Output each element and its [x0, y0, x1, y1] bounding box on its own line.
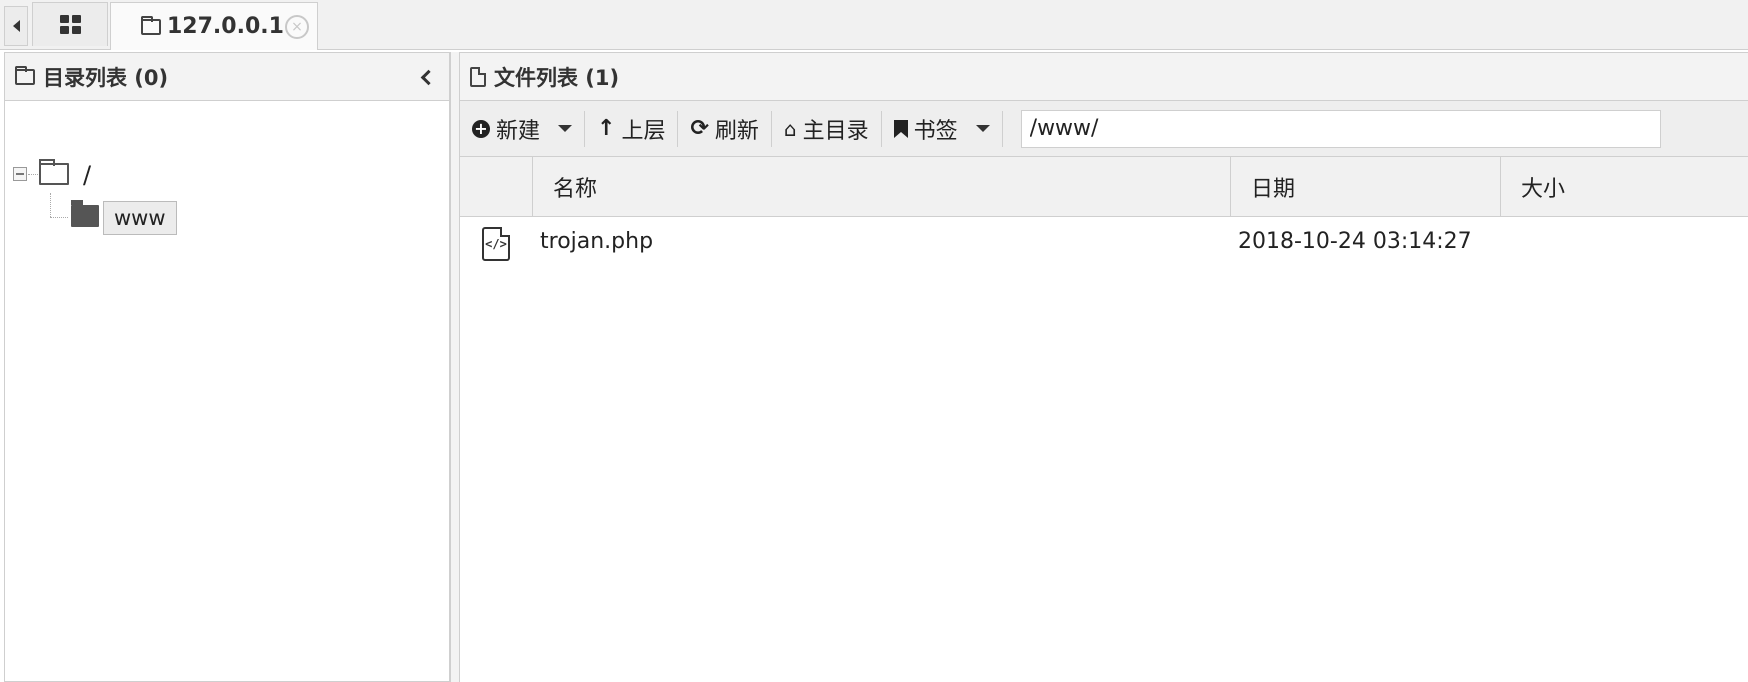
file-grid-header: 名称 日期 大小 [460, 157, 1748, 217]
new-button-label: 新建 [496, 118, 541, 144]
plus-circle-icon: + [472, 119, 490, 138]
home-directory-button[interactable]: ⌂ 主目录 [772, 109, 881, 149]
file-list-panel: 文件列表 (1) + 新建 ↑ 上层 ⟳ 刷新 ⌂ 主目录 书签 /www/ 名… [460, 52, 1748, 682]
file-name: trojan.php [540, 229, 654, 254]
grid-icon [59, 15, 81, 34]
table-row[interactable]: </> trojan.php 2018-10-24 03:14:27 [460, 217, 1748, 269]
column-header-size-label: 大小 [1521, 177, 1566, 202]
code-file-icon: </> [482, 227, 510, 261]
tree-collapse-toggle[interactable] [13, 167, 27, 181]
directory-panel: 目录列表 (0) / www [4, 52, 450, 682]
chevron-left-icon [420, 69, 437, 85]
up-level-label: 上层 [621, 118, 666, 144]
folder-icon [15, 65, 35, 85]
path-input[interactable] [1020, 109, 1661, 148]
tab-bar: 127.0.0.1 × [0, 0, 1748, 50]
directory-panel-header: 目录列表 (0) [5, 53, 449, 101]
bookmark-button[interactable]: 书签 [882, 109, 1002, 149]
tab-scroll-left-button[interactable] [4, 6, 28, 46]
panel-splitter[interactable] [450, 52, 460, 682]
column-header-date-label: 日期 [1251, 177, 1296, 202]
tree-node-root[interactable]: / [83, 161, 91, 189]
up-level-button[interactable]: ↑ 上层 [585, 109, 677, 149]
collapse-panel-button[interactable] [417, 67, 437, 87]
folder-icon [71, 200, 99, 227]
tree-node-www[interactable]: www [103, 201, 177, 235]
close-icon[interactable]: × [285, 15, 309, 39]
home-icon: ⌂ [783, 116, 797, 141]
column-header-name-label: 名称 [553, 177, 598, 202]
caret-down-icon [558, 125, 573, 132]
column-header-name[interactable]: 名称 [532, 157, 1230, 217]
toolbar-divider [1001, 110, 1003, 147]
tab-host-label: 127.0.0.1 [167, 14, 284, 39]
arrow-up-icon: ↑ [597, 116, 616, 141]
home-directory-label: 主目录 [802, 118, 869, 144]
folder-icon [141, 15, 161, 35]
tree-connector [50, 217, 68, 218]
new-button[interactable]: + 新建 [460, 109, 584, 149]
file-date: 2018-10-24 03:14:27 [1238, 229, 1472, 254]
open-folder-icon [39, 159, 69, 185]
file-icon [470, 66, 486, 87]
file-toolbar: + 新建 ↑ 上层 ⟳ 刷新 ⌂ 主目录 书签 [460, 101, 1748, 157]
tab-home[interactable] [32, 2, 108, 46]
bookmark-icon [893, 119, 908, 138]
caret-down-icon [975, 125, 990, 132]
column-header-size[interactable]: 大小 [1500, 157, 1748, 217]
tab-host[interactable]: 127.0.0.1 × [110, 2, 318, 50]
tree-connector [28, 174, 38, 175]
directory-panel-title: 目录列表 (0) [43, 65, 169, 90]
file-list-panel-header: 文件列表 (1) [460, 53, 1748, 101]
refresh-label: 刷新 [714, 118, 759, 144]
refresh-icon: ⟳ [690, 116, 709, 141]
bookmark-label: 书签 [913, 118, 958, 144]
icon-column-header [460, 157, 532, 217]
directory-tree: / www [5, 101, 449, 681]
column-header-date[interactable]: 日期 [1230, 157, 1500, 217]
file-list-panel-title: 文件列表 (1) [494, 65, 620, 90]
refresh-button[interactable]: ⟳ 刷新 [678, 109, 770, 149]
caret-left-icon [12, 20, 20, 32]
tree-connector [50, 193, 51, 217]
